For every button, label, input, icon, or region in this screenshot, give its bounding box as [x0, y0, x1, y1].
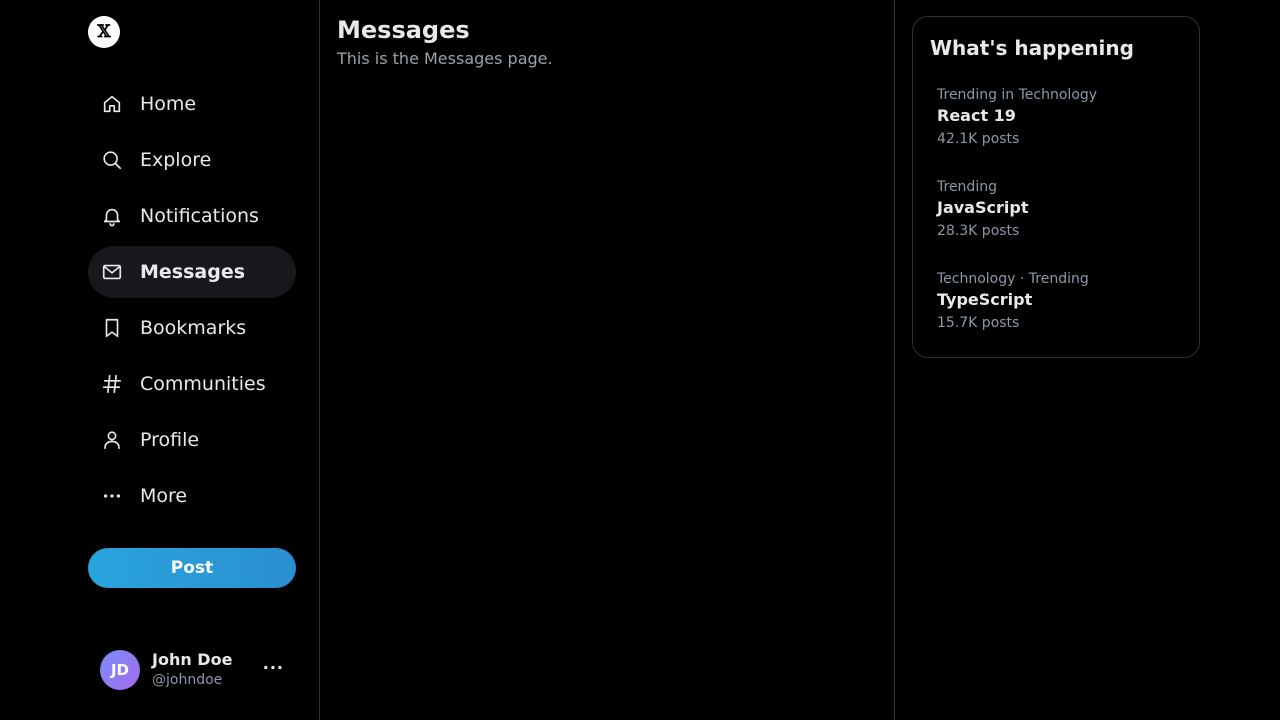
- nav-item-profile[interactable]: Profile: [88, 414, 296, 466]
- hashtag-icon: [100, 372, 124, 396]
- trend-post-count: 42.1K posts: [937, 131, 1020, 147]
- x-logo-icon[interactable]: 𝕏: [88, 16, 120, 48]
- account-more-icon[interactable]: ···: [263, 658, 284, 677]
- trend-post-count: 28.3K posts: [937, 223, 1020, 239]
- search-icon: [100, 148, 124, 172]
- avatar: JD: [100, 650, 140, 690]
- nav-item-notifications[interactable]: Notifications: [88, 190, 296, 242]
- nav-label: Explore: [140, 149, 212, 171]
- account-switcher[interactable]: JD John Doe @johndoe ···: [100, 648, 296, 692]
- trend-item[interactable]: Trending in Technology React 19 42.1K po…: [937, 86, 1187, 149]
- user-icon: [100, 428, 124, 452]
- page-title: Messages: [337, 16, 470, 44]
- trends-panel: What's happening Trending in Technology …: [912, 16, 1200, 358]
- trend-post-count: 15.7K posts: [937, 315, 1020, 331]
- nav-item-home[interactable]: Home: [88, 78, 296, 130]
- trend-category: Trending: [937, 179, 997, 195]
- page-subtitle: This is the Messages page.: [337, 49, 553, 68]
- trend-category: Trending in Technology: [937, 87, 1098, 103]
- nav-item-bookmarks[interactable]: Bookmarks: [88, 302, 296, 354]
- nav-item-explore[interactable]: Explore: [88, 134, 296, 186]
- nav-item-communities[interactable]: Communities: [88, 358, 296, 410]
- trend-category: Technology · Trending: [937, 271, 1089, 287]
- trend-item[interactable]: Technology · Trending TypeScript 15.7K p…: [937, 270, 1187, 333]
- user-info: John Doe @johndoe: [152, 650, 232, 690]
- primary-nav: Home Explore Notifications Messages Book…: [88, 78, 296, 526]
- nav-label: Profile: [140, 429, 200, 451]
- post-button[interactable]: Post: [88, 548, 296, 588]
- user-name: John Doe: [152, 650, 233, 669]
- nav-item-messages[interactable]: Messages: [88, 246, 296, 298]
- more-icon: [100, 484, 124, 508]
- trend-item[interactable]: Trending JavaScript 28.3K posts: [937, 178, 1187, 241]
- nav-item-more[interactable]: More: [88, 470, 296, 522]
- user-handle: @johndoe: [152, 672, 223, 688]
- main-column: Messages This is the Messages page.: [320, 0, 895, 720]
- nav-label: More: [140, 485, 188, 507]
- nav-label: Messages: [140, 261, 246, 283]
- nav-label: Home: [140, 93, 197, 115]
- trends-title: What's happening: [930, 36, 1134, 60]
- sidebar: 𝕏 Home Explore Notifications Messages Bo…: [0, 0, 320, 720]
- trend-name: JavaScript: [937, 198, 1029, 217]
- nav-label: Bookmarks: [140, 317, 247, 339]
- trend-name: TypeScript: [937, 290, 1033, 309]
- nav-label: Notifications: [140, 205, 259, 227]
- trend-name: React 19: [937, 106, 1016, 125]
- nav-label: Communities: [140, 373, 266, 395]
- bell-icon: [100, 204, 124, 228]
- mail-icon: [100, 260, 124, 284]
- home-icon: [100, 92, 124, 116]
- bookmark-icon: [100, 316, 124, 340]
